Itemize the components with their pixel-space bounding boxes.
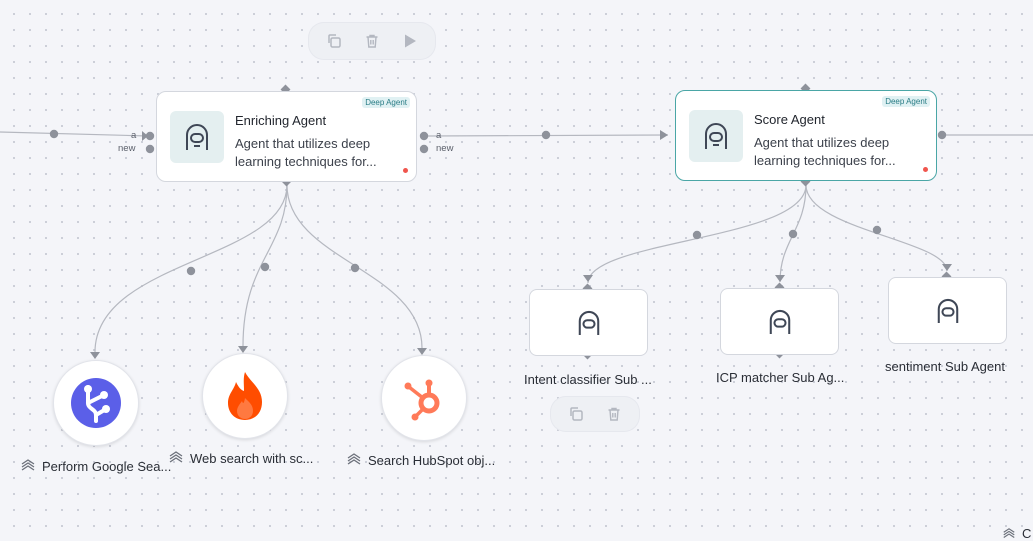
tool-stack-icon <box>21 459 35 471</box>
tool-label-text: Perform Google Sea... <box>42 458 172 474</box>
output-port-label-new: new <box>436 143 454 154</box>
status-dot <box>923 167 928 172</box>
copy-button[interactable] <box>566 404 586 424</box>
agent-node-score[interactable]: Deep Agent Score Agent Agent that utiliz… <box>675 90 937 181</box>
status-dot <box>403 168 408 173</box>
tool-node-google-search[interactable] <box>53 360 139 446</box>
delete-button[interactable] <box>604 404 624 424</box>
tool-node-web-search[interactable] <box>202 353 288 439</box>
agent-node-enriching[interactable]: Deep Agent Enriching Agent Agent that ut… <box>156 91 417 182</box>
tool-label: Search HubSpot obj... <box>346 452 495 468</box>
tool-label: Web search with sc... <box>168 450 313 466</box>
input-port-label-new: new <box>118 143 136 154</box>
robot-icon <box>578 310 599 335</box>
tool-label-partial: C <box>1002 526 1031 541</box>
trash-icon <box>608 407 620 421</box>
robot-icon <box>705 123 727 149</box>
tool-stack-icon <box>169 451 183 463</box>
play-icon <box>405 34 416 48</box>
output-port-label-a: a <box>436 130 442 141</box>
agent-description: Agent that utilizes deep learning techni… <box>235 136 377 169</box>
google-search-icon <box>71 378 121 428</box>
robot-icon <box>186 124 208 150</box>
tool-label-text: C <box>1022 526 1032 541</box>
node-toolbar <box>550 396 640 432</box>
robot-icon <box>769 309 790 334</box>
tool-label-text: Web search with sc... <box>190 450 314 466</box>
deep-agent-badge: Deep Agent <box>362 97 410 108</box>
tool-stack-icon <box>1003 527 1015 538</box>
input-port-label-a: a <box>131 130 137 141</box>
agent-title: Enriching Agent <box>235 113 327 128</box>
agent-description: Agent that utilizes deep learning techni… <box>754 135 896 168</box>
tool-node-hubspot[interactable] <box>381 355 467 441</box>
sub-agent-label: ICP matcher Sub Ag... <box>716 370 845 385</box>
sub-agent-node-intent[interactable] <box>529 289 648 356</box>
hubspot-icon <box>404 379 440 421</box>
agent-title: Score Agent <box>754 112 825 127</box>
deep-agent-badge: Deep Agent <box>882 96 930 107</box>
trash-icon <box>366 34 378 48</box>
tool-label: Perform Google Sea... <box>20 458 171 474</box>
delete-button[interactable] <box>362 31 382 51</box>
run-button[interactable] <box>400 31 420 51</box>
sub-agent-node-icp[interactable] <box>720 288 839 355</box>
copy-button[interactable] <box>324 31 344 51</box>
firecrawl-flame-icon <box>228 372 262 420</box>
tool-label-text: Search HubSpot obj... <box>368 452 496 468</box>
sub-agent-node-sentiment[interactable] <box>888 277 1007 344</box>
agent-avatar <box>689 110 743 162</box>
sub-agent-label: sentiment Sub Agent <box>885 359 1005 374</box>
robot-icon <box>937 298 958 323</box>
agent-avatar <box>170 111 224 163</box>
sub-agent-label: Intent classifier Sub ... <box>524 372 652 387</box>
tool-stack-icon <box>347 453 361 465</box>
copy-icon <box>570 407 583 421</box>
node-toolbar <box>308 22 436 60</box>
copy-icon <box>328 34 341 48</box>
